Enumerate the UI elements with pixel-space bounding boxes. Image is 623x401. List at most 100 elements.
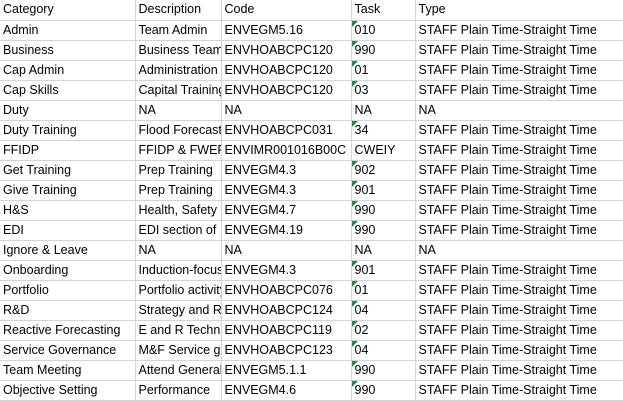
cell-task[interactable]: 990 (351, 360, 416, 381)
cell-type[interactable]: STAFF Plain Time-Straight Time (415, 320, 623, 341)
cell-code[interactable]: NA (221, 240, 352, 261)
cell-task[interactable]: CWEIY (351, 140, 416, 161)
cell-category[interactable]: Cap Skills (0, 80, 136, 101)
cell-description[interactable]: Strategy and R (135, 300, 222, 321)
cell-task[interactable]: 04 (351, 300, 416, 321)
cell-task[interactable]: 01 (351, 280, 416, 301)
cell-type[interactable]: STAFF Plain Time-Straight Time (415, 360, 623, 381)
cell-code[interactable]: ENVEGM5.16 (221, 20, 352, 41)
cell-type[interactable]: STAFF Plain Time-Straight Time (415, 80, 623, 101)
cell-code[interactable]: ENVEGM4.19 (221, 220, 352, 241)
cell-task[interactable]: NA (351, 240, 416, 261)
cell-description[interactable]: Flood Forecasting (135, 120, 222, 141)
cell-type[interactable]: STAFF Plain Time-Straight Time (415, 260, 623, 281)
cell-description[interactable]: Prep Training (135, 180, 222, 201)
cell-code[interactable]: ENVHOABCPC120 (221, 40, 352, 61)
cell-description[interactable]: Performance (135, 380, 222, 401)
cell-type[interactable]: STAFF Plain Time-Straight Time (415, 120, 623, 141)
cell-code[interactable]: ENVHOABCPC123 (221, 340, 352, 361)
cell-description[interactable]: Prep Training (135, 160, 222, 181)
cell-code[interactable]: ENVHOABCPC120 (221, 60, 352, 81)
header-cell-category[interactable]: Category (0, 0, 136, 21)
cell-type[interactable]: STAFF Plain Time-Straight Time (415, 160, 623, 181)
cell-code[interactable]: ENVHOABCPC120 (221, 80, 352, 101)
cell-category[interactable]: EDI (0, 220, 136, 241)
header-cell-type[interactable]: Type (415, 0, 623, 21)
cell-description[interactable]: M&F Service gov (135, 340, 222, 361)
cell-description[interactable]: E and R Technical (135, 320, 222, 341)
cell-task[interactable]: 901 (351, 180, 416, 201)
cell-category[interactable]: Team Meeting (0, 360, 136, 381)
cell-category[interactable]: Business (0, 40, 136, 61)
cell-task[interactable]: 02 (351, 320, 416, 341)
cell-category[interactable]: Onboarding (0, 260, 136, 281)
cell-category[interactable]: Admin (0, 20, 136, 41)
cell-task[interactable]: 902 (351, 160, 416, 181)
cell-description[interactable]: Business Team (135, 40, 222, 61)
cell-task[interactable]: 990 (351, 380, 416, 401)
cell-task[interactable]: 010 (351, 20, 416, 41)
cell-category[interactable]: Cap Admin (0, 60, 136, 81)
cell-code[interactable]: ENVEGM4.3 (221, 160, 352, 181)
cell-category[interactable]: Portfolio (0, 280, 136, 301)
cell-code[interactable]: ENVEGM5.1.1 (221, 360, 352, 381)
cell-type[interactable]: STAFF Plain Time-Straight Time (415, 140, 623, 161)
header-cell-description[interactable]: Description (135, 0, 222, 21)
cell-code[interactable]: ENVHOABCPC076 (221, 280, 352, 301)
cell-description[interactable]: NA (135, 240, 222, 261)
cell-category[interactable]: Ignore & Leave (0, 240, 136, 261)
cell-category[interactable]: Service Governance (0, 340, 136, 361)
cell-type[interactable]: STAFF Plain Time-Straight Time (415, 200, 623, 221)
cell-type[interactable]: STAFF Plain Time-Straight Time (415, 20, 623, 41)
cell-type[interactable]: STAFF Plain Time-Straight Time (415, 280, 623, 301)
header-cell-code[interactable]: Code (221, 0, 352, 21)
cell-description[interactable]: Health, Safety (135, 200, 222, 221)
cell-code[interactable]: ENVEGM4.3 (221, 260, 352, 281)
cell-type[interactable]: STAFF Plain Time-Straight Time (415, 180, 623, 201)
cell-code[interactable]: ENVEGM4.7 (221, 200, 352, 221)
cell-code[interactable]: ENVEGM4.3 (221, 180, 352, 201)
cell-description[interactable]: FFIDP & FWEP (135, 140, 222, 161)
cell-type[interactable]: STAFF Plain Time-Straight Time (415, 40, 623, 61)
cell-category[interactable]: Objective Setting (0, 380, 136, 401)
cell-type[interactable]: STAFF Plain Time-Straight Time (415, 220, 623, 241)
cell-code[interactable]: ENVHOABCPC124 (221, 300, 352, 321)
cell-type[interactable]: STAFF Plain Time-Straight Time (415, 60, 623, 81)
cell-code[interactable]: NA (221, 100, 352, 121)
cell-type[interactable]: STAFF Plain Time-Straight Time (415, 300, 623, 321)
cell-description[interactable]: Attend General (135, 360, 222, 381)
cell-category[interactable]: H&S (0, 200, 136, 221)
cell-description[interactable]: Team Admin (135, 20, 222, 41)
cell-task[interactable]: 990 (351, 200, 416, 221)
cell-code[interactable]: ENVHOABCPC031 (221, 120, 352, 141)
cell-description[interactable]: Administration (135, 60, 222, 81)
cell-category[interactable]: Reactive Forecasting (0, 320, 136, 341)
cell-task[interactable]: 03 (351, 80, 416, 101)
cell-task[interactable]: 34 (351, 120, 416, 141)
cell-task[interactable]: 990 (351, 40, 416, 61)
cell-category[interactable]: Duty (0, 100, 136, 121)
header-cell-task[interactable]: Task (351, 0, 416, 21)
cell-task[interactable]: 990 (351, 220, 416, 241)
cell-code[interactable]: ENVIMR001016B00C (221, 140, 352, 161)
cell-description[interactable]: NA (135, 100, 222, 121)
cell-description[interactable]: EDI section of (135, 220, 222, 241)
cell-description[interactable]: Portfolio activity (135, 280, 222, 301)
cell-type[interactable]: NA (415, 100, 623, 121)
cell-description[interactable]: Induction-focus (135, 260, 222, 281)
cell-category[interactable]: Get Training (0, 160, 136, 181)
cell-type[interactable]: NA (415, 240, 623, 261)
cell-task[interactable]: NA (351, 100, 416, 121)
cell-task[interactable]: 01 (351, 60, 416, 81)
cell-category[interactable]: FFIDP (0, 140, 136, 161)
cell-task[interactable]: 901 (351, 260, 416, 281)
cell-description[interactable]: Capital Training (135, 80, 222, 101)
cell-category[interactable]: Duty Training (0, 120, 136, 141)
cell-category[interactable]: Give Training (0, 180, 136, 201)
cell-code[interactable]: ENVHOABCPC119 (221, 320, 352, 341)
cell-code[interactable]: ENVEGM4.6 (221, 380, 352, 401)
cell-type[interactable]: STAFF Plain Time-Straight Time (415, 380, 623, 401)
cell-type[interactable]: STAFF Plain Time-Straight Time (415, 340, 623, 361)
cell-category[interactable]: R&D (0, 300, 136, 321)
cell-task[interactable]: 04 (351, 340, 416, 361)
